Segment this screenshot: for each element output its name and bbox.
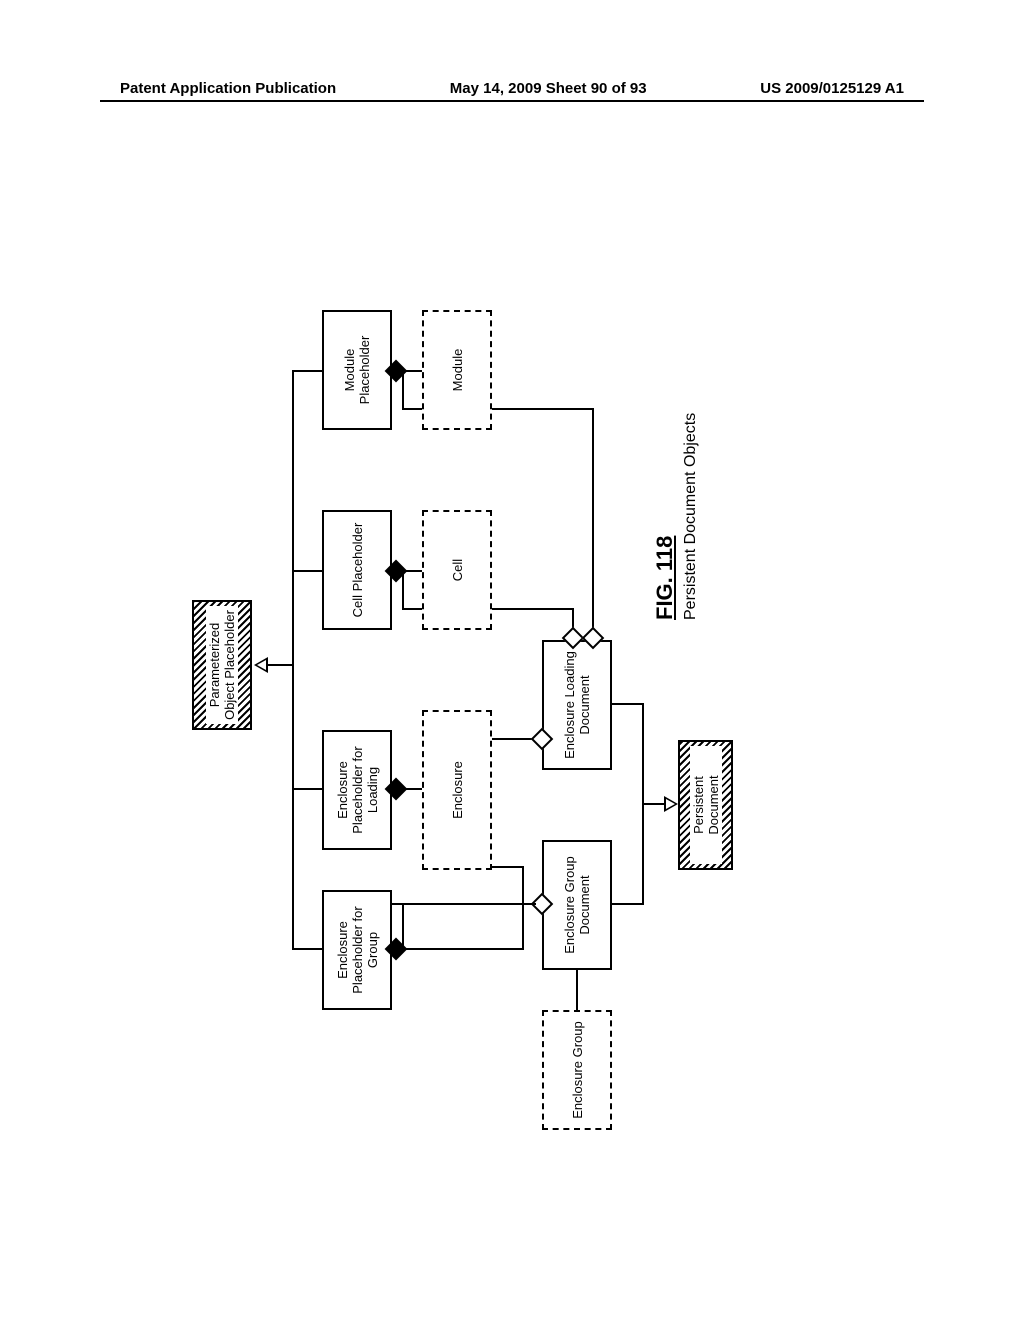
header-left: Patent Application Publication <box>120 80 336 97</box>
conn-v2 <box>292 948 322 950</box>
header-rule <box>100 100 924 102</box>
box-cell: Cell <box>422 510 492 630</box>
conn-egd-up <box>392 903 536 905</box>
header-center: May 14, 2009 Sheet 90 of 93 <box>450 80 647 97</box>
conn-v3 <box>292 788 322 790</box>
conn-egd-down <box>612 903 642 905</box>
diagram-container: Parameterized Object Placeholder Enclosu… <box>192 250 832 1070</box>
uml-diagram: Parameterized Object Placeholder Enclosu… <box>192 250 832 1070</box>
conn-epg-v <box>402 948 522 950</box>
conn-egd-h <box>402 903 404 950</box>
box-enclosure: Enclosure <box>422 710 492 870</box>
conn-v1 <box>268 664 292 666</box>
box-enclosure-placeholder-group: Enclosure Placeholder for Group <box>322 890 392 1010</box>
conn-v4 <box>292 570 322 572</box>
box-enclosure-group: Enclosure Group <box>542 1010 612 1130</box>
box-enclosure-placeholder-loading: Enclosure Placeholder for Loading <box>322 730 392 850</box>
conn-mp-h2 <box>592 408 594 628</box>
box-cell-placeholder: Cell Placeholder <box>322 510 392 630</box>
box-module-placeholder: Module Placeholder <box>322 310 392 430</box>
inheritance-triangle-bottom <box>664 796 678 812</box>
box-persistent-document: Persistent Document <box>678 740 733 870</box>
conn-cp-v <box>402 570 422 572</box>
page-header: Patent Application Publication May 14, 2… <box>0 80 1024 97</box>
box-enclosure-group-document: Enclosure Group Document <box>542 840 612 970</box>
box-enclosure-loading-document: Enclosure Loading Document <box>542 640 612 770</box>
conn-epl-v <box>402 788 422 790</box>
conn-mp-v <box>402 370 422 372</box>
inheritance-triangle-top <box>254 657 268 673</box>
figure-subtitle: Persistent Document Objects <box>682 413 700 620</box>
conn-mp-h1 <box>402 370 404 410</box>
box-parameterized-object-placeholder: Parameterized Object Placeholder <box>192 600 252 730</box>
box-module: Module <box>422 310 492 430</box>
conn-eg-egd <box>576 970 578 1010</box>
conn-v5 <box>292 370 322 372</box>
conn-eld-down <box>612 703 642 705</box>
conn-epg-h <box>522 866 524 950</box>
conn-h-bus <box>292 370 294 950</box>
header-right: US 2009/0125129 A1 <box>760 80 904 97</box>
figure-label: FIG. 118 <box>652 536 678 620</box>
conn-pd-v <box>642 803 666 805</box>
conn-cp-h1 <box>402 570 404 610</box>
